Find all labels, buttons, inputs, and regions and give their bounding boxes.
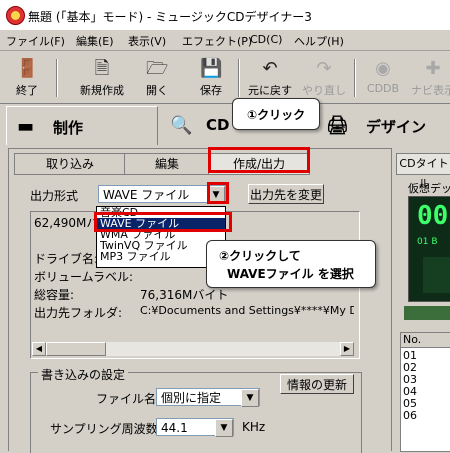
deck-digits: 00	[417, 201, 449, 231]
navi-label: ナビ表示	[411, 84, 450, 97]
volume-label-label: ボリュームラベル:	[34, 270, 134, 284]
update-info-button[interactable]: 情報の更新	[280, 374, 354, 394]
save-label: 保存	[200, 84, 222, 97]
navi-button[interactable]: ✚ ナビ表示	[410, 55, 450, 101]
scroll-left-icon[interactable]: ◀	[32, 342, 46, 356]
highlight-wave-option	[94, 212, 232, 232]
save-button[interactable]: 💾 保存	[188, 55, 234, 101]
output-folder-value: C:¥Documents and Settings¥****¥My Do	[140, 304, 354, 317]
output-format-value: WAVE ファイル	[103, 188, 190, 202]
window-title: 無題 (「基本」モード) - ミュージックCDデザイナー3	[28, 10, 312, 24]
file-name-label: ファイル名	[96, 392, 157, 406]
menu-effect[interactable]: エフェクト(P)	[182, 33, 252, 49]
tab-cd-title[interactable]: CDタイトル	[396, 153, 450, 190]
undo-label: 元に戻す	[248, 84, 292, 97]
open-button[interactable]: 🗁 開く	[134, 55, 180, 101]
cddb-label: CDDB	[366, 82, 400, 95]
tab-import[interactable]: 取り込み	[14, 153, 126, 175]
undo-button[interactable]: ↶ 元に戻す	[244, 55, 296, 101]
save-icon: 💾	[200, 58, 223, 79]
menu-edit[interactable]: 編集(E)	[76, 33, 114, 49]
highlight-create-output-tab	[208, 147, 310, 173]
open-label: 開く	[146, 84, 168, 97]
level-meter	[423, 257, 450, 293]
mode-tabs: ▬ 制作 🔍 CD 🖨 デザイン	[0, 104, 450, 148]
new-label: 新規作成	[80, 84, 124, 97]
toolbar-separator	[238, 59, 240, 97]
output-format-label: 出力形式	[30, 189, 79, 203]
tab-create[interactable]: ▬ 制作	[6, 106, 158, 145]
new-file-icon: 🗎	[94, 58, 110, 79]
menu-cd[interactable]: CD(C)	[250, 33, 282, 46]
tab-cd-label: CD	[206, 116, 230, 134]
door-icon: 🚪	[16, 58, 39, 79]
chevron-down-icon[interactable]: ▼	[215, 419, 233, 437]
deck-track: 01 B	[417, 237, 438, 247]
scroll-thumb[interactable]	[46, 342, 106, 356]
cddb-button[interactable]: ◉ CDDB	[360, 55, 406, 101]
tab-edit[interactable]: 編集	[124, 153, 210, 175]
change-destination-button[interactable]: 出力先を変更	[248, 184, 324, 204]
menu-bar: ファイル(F) 編集(E) 表示(V) エフェクト(P) CD(C) ヘルプ(H…	[0, 30, 450, 51]
tab-design[interactable]: 🖨 デザイン	[326, 106, 450, 144]
horizontal-scrollbar[interactable]: ◀ ▶	[32, 342, 354, 356]
exit-label: 終了	[16, 84, 38, 97]
drive-name-label: ドライブ名:	[34, 252, 99, 266]
callout-step2-line1: ②クリックして	[219, 249, 301, 263]
open-folder-icon: 🗁	[146, 58, 169, 79]
capacity-label: 総容量:	[34, 288, 75, 302]
tab-design-label: デザイン	[366, 118, 427, 136]
sampling-unit: KHz	[242, 420, 266, 434]
title-bar: 無題 (「基本」モード) - ミュージックCDデザイナー3	[0, 0, 450, 30]
volume-slider[interactable]	[404, 306, 450, 320]
redo-button[interactable]: ↷ やり直し	[298, 55, 350, 101]
file-name-value: 個別に指定	[161, 391, 222, 405]
callout-step2-line2: WAVEファイル を選択	[227, 267, 354, 281]
track-row[interactable]: 06	[403, 409, 417, 422]
exit-button[interactable]: 🚪 終了	[4, 55, 50, 101]
output-folder-label: 出力先フォルダ:	[34, 306, 123, 320]
sampling-select[interactable]: 44.1 ▼	[156, 418, 234, 437]
drive-icon: ▬	[17, 116, 35, 137]
menu-view[interactable]: 表示(V)	[128, 33, 166, 49]
file-name-select[interactable]: 個別に指定 ▼	[156, 388, 260, 407]
new-button[interactable]: 🗎 新規作成	[74, 55, 130, 101]
navi-icon: ✚	[425, 58, 441, 79]
capacity-value: 76,316Mバイト	[140, 288, 229, 302]
track-list-header: No.	[401, 333, 450, 348]
write-settings-label: 書き込みの設定	[38, 366, 129, 383]
callout-step1-text: ①クリック	[247, 108, 306, 122]
scroll-right-icon[interactable]: ▶	[340, 342, 354, 356]
chevron-down-icon[interactable]: ▼	[241, 389, 259, 407]
sampling-label: サンプリング周波数	[50, 422, 158, 436]
undo-icon: ↶	[262, 58, 278, 79]
callout-step1: ①クリック	[232, 98, 320, 130]
redo-icon: ↷	[316, 58, 332, 79]
virtual-deck-label: 仮想デッ	[408, 182, 450, 195]
menu-file[interactable]: ファイル(F)	[6, 33, 65, 49]
app-icon	[6, 6, 25, 25]
toolbar-separator	[56, 59, 58, 97]
cddb-icon: ◉	[375, 58, 391, 79]
tab-create-label: 制作	[53, 119, 84, 137]
callout-step2: ②クリックして WAVEファイル を選択	[206, 240, 376, 288]
sampling-value: 44.1	[161, 421, 188, 435]
menu-help[interactable]: ヘルプ(H)	[294, 33, 344, 49]
highlight-dropdown-arrow	[207, 182, 229, 204]
magnifier-icon: 🔍	[170, 115, 193, 136]
toolbar-separator	[354, 59, 356, 97]
printer-icon: 🖨	[326, 115, 349, 136]
track-list: No. 01 02 03 04 05 06	[400, 332, 450, 452]
redo-label: やり直し	[302, 84, 346, 97]
toolbar: 🚪 終了 🗎 新規作成 🗁 開く 💾 保存 ↶ 元に戻す ↷ やり直し ◉ CD…	[0, 51, 450, 104]
virtual-deck-display: 00 01 B	[408, 196, 450, 302]
